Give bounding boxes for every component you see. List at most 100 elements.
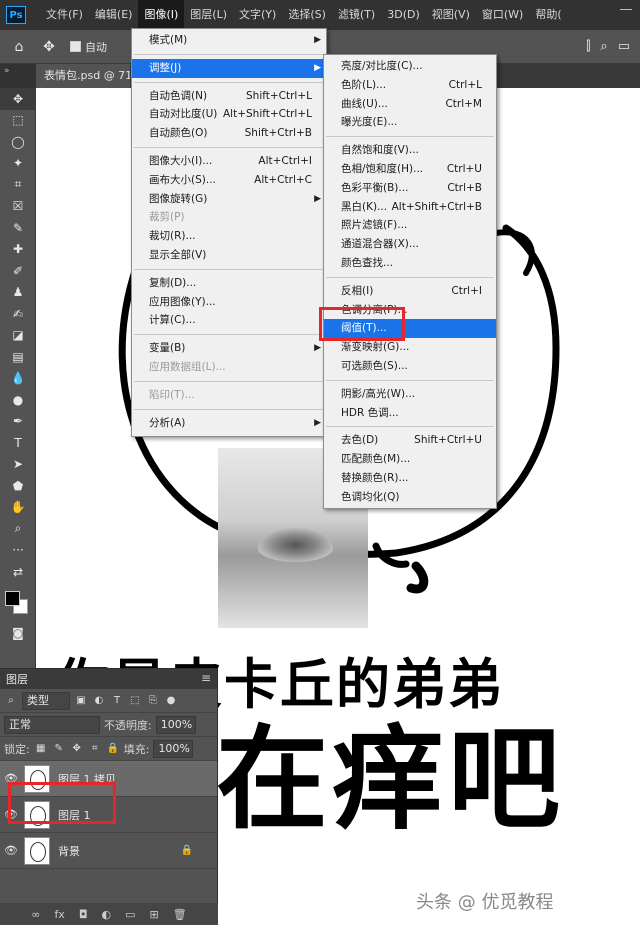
menu-item[interactable]: 色调均化(Q) — [324, 488, 496, 507]
add-mask-icon[interactable]: ◘ — [79, 908, 88, 921]
adjustment-layer-icon[interactable]: ◐ — [102, 908, 112, 921]
menu-item[interactable]: 自然饱和度(V)... — [324, 141, 496, 160]
menu-item[interactable]: 阴影/高光(W)... — [324, 385, 496, 404]
gradient-tool-icon[interactable]: ▤ — [0, 346, 36, 368]
menu-item[interactable]: 色相/饱和度(H)... Ctrl+U — [324, 160, 496, 179]
layer-filter-dropdown[interactable]: 类型 — [22, 691, 70, 710]
layer-name[interactable]: 背景 — [58, 843, 80, 859]
menu-item[interactable]: 颜色查找... — [324, 254, 496, 273]
more-tools-icon[interactable]: ··· — [0, 540, 36, 562]
brush-tool-icon[interactable]: ✐ — [0, 260, 36, 282]
lasso-tool-icon[interactable]: ◯ — [0, 131, 36, 153]
type-tool-icon[interactable]: T — [0, 432, 36, 454]
marquee-tool-icon[interactable]: ⬚ — [0, 110, 36, 132]
menu-item[interactable]: 调整(J) ▶ — [132, 58, 326, 78]
frame-tool-icon[interactable]: ☒ — [0, 196, 36, 218]
panel-collapse-toggle[interactable]: » — [0, 64, 36, 88]
magic-wand-icon[interactable]: ✦ — [0, 153, 36, 175]
menu-item[interactable]: 替换颜色(R)... — [324, 469, 496, 488]
menu-item[interactable]: 裁切(R)... — [132, 227, 326, 246]
menu-item[interactable]: 模式(M) ▶ — [132, 31, 326, 50]
menu-item[interactable]: 通道混合器(X)... — [324, 235, 496, 254]
lock-artboard-icon[interactable]: ⌗ — [88, 742, 102, 756]
panel-menu-icon[interactable]: ≡ — [201, 671, 211, 685]
menu-item[interactable]: 应用图像(Y)... — [132, 293, 326, 312]
opacity-input[interactable]: 100% — [155, 715, 196, 734]
filter-smart-icon[interactable]: ⎘ — [146, 694, 160, 708]
crop-tool-icon[interactable]: ⌗ — [0, 174, 36, 196]
menu-item[interactable]: 分析(A) ▶ — [132, 414, 326, 433]
menu-item[interactable]: 匹配颜色(M)... — [324, 450, 496, 469]
menubar-item[interactable]: 3D(D) — [381, 0, 426, 30]
hand-tool-icon[interactable]: ✋ — [0, 497, 36, 519]
menu-item[interactable]: 自动对比度(U) Alt+Shift+Ctrl+L — [132, 105, 326, 124]
layers-panel-title[interactable]: 图层 — [6, 671, 28, 687]
filter-pixel-icon[interactable]: ▣ — [74, 694, 88, 708]
menubar-item[interactable]: 图像(I) — [138, 0, 185, 30]
menubar-item[interactable]: 窗口(W) — [476, 0, 529, 30]
workspace-icon[interactable]: ▭ — [618, 39, 630, 54]
menu-item[interactable]: 图像大小(I)... Alt+Ctrl+I — [132, 152, 326, 171]
menu-item[interactable]: 复制(D)... — [132, 274, 326, 293]
menubar-item[interactable]: 编辑(E) — [89, 0, 139, 30]
move-tool-icon[interactable]: ✥ — [0, 88, 36, 110]
menu-item[interactable]: 照片滤镜(F)... — [324, 216, 496, 235]
layer-row[interactable]: 👁 背景 🔒 — [0, 833, 217, 869]
menu-item[interactable]: 可选颜色(S)... — [324, 357, 496, 376]
menu-item[interactable]: 去色(D) Shift+Ctrl+U — [324, 431, 496, 450]
menubar-item[interactable]: 视图(V) — [426, 0, 476, 30]
history-brush-icon[interactable]: ✍ — [0, 303, 36, 325]
visibility-eye-icon[interactable]: 👁 — [2, 844, 20, 857]
filter-shape-icon[interactable]: ⬚ — [128, 694, 142, 708]
menubar-item[interactable]: 滤镜(T) — [332, 0, 381, 30]
pen-tool-icon[interactable]: ✒ — [0, 411, 36, 433]
filter-toggle-icon[interactable]: ● — [164, 694, 178, 708]
healing-brush-icon[interactable]: ✚ — [0, 239, 36, 261]
zoom-tool-icon[interactable]: ⌕ — [0, 518, 36, 540]
lock-all-icon[interactable]: 🔒 — [106, 742, 120, 756]
menubar-item[interactable]: 文件(F) — [40, 0, 89, 30]
menu-item[interactable]: 变量(B) ▶ — [132, 339, 326, 358]
menu-item[interactable]: 自动颜色(O) Shift+Ctrl+B — [132, 124, 326, 143]
blur-tool-icon[interactable]: 💧 — [0, 368, 36, 390]
menu-item[interactable]: 色阶(L)... Ctrl+L — [324, 76, 496, 95]
filter-type-icon[interactable]: T — [110, 694, 124, 708]
menu-item[interactable]: 曲线(U)... Ctrl+M — [324, 95, 496, 114]
eraser-icon[interactable]: ◪ — [0, 325, 36, 347]
delete-layer-icon[interactable]: 🗑 — [173, 908, 187, 921]
blend-mode-dropdown[interactable]: 正常 — [4, 715, 100, 734]
color-swatches[interactable] — [0, 583, 35, 623]
link-layers-icon[interactable]: ∞ — [31, 908, 40, 921]
move-tool-icon[interactable]: ✥ — [38, 36, 60, 58]
swap-colors-icon[interactable]: ⇄ — [0, 561, 36, 583]
menubar-item[interactable]: 帮助( — [529, 0, 567, 30]
dodge-tool-icon[interactable]: ● — [0, 389, 36, 411]
menu-item[interactable]: 反相(I) Ctrl+I — [324, 282, 496, 301]
auto-select-checkbox[interactable] — [70, 41, 81, 52]
layer-style-icon[interactable]: fx — [54, 908, 64, 921]
menu-item[interactable]: 画布大小(S)... Alt+Ctrl+C — [132, 171, 326, 190]
menu-item[interactable]: 自动色调(N) Shift+Ctrl+L — [132, 87, 326, 106]
fill-input[interactable]: 100% — [153, 739, 194, 758]
new-group-icon[interactable]: ▭ — [125, 908, 135, 921]
menu-item[interactable]: 曝光度(E)... — [324, 113, 496, 132]
menubar-item[interactable]: 图层(L) — [184, 0, 233, 30]
path-select-icon[interactable]: ➤ — [0, 454, 36, 476]
align-icon[interactable]: ⫿ — [586, 39, 590, 54]
lock-position-icon[interactable]: ✥ — [70, 742, 84, 756]
foreground-color-swatch[interactable] — [5, 590, 20, 606]
menu-item[interactable]: 计算(C)... — [132, 311, 326, 330]
lock-pixels-icon[interactable]: ✎ — [52, 742, 66, 756]
search-icon[interactable]: ⌕ — [600, 39, 607, 54]
document-tab[interactable]: 表情包.psd @ 71... — [36, 64, 130, 88]
clone-stamp-icon[interactable]: ♟ — [0, 282, 36, 304]
quick-mask-icon[interactable]: ◙ — [0, 623, 36, 645]
menubar-item[interactable]: 选择(S) — [282, 0, 332, 30]
menubar-item[interactable]: 文字(Y) — [233, 0, 282, 30]
menu-item[interactable]: 显示全部(V) — [132, 246, 326, 265]
lock-transparency-icon[interactable]: ▦ — [34, 742, 48, 756]
new-layer-icon[interactable]: ⊞ — [150, 908, 159, 921]
minimize-icon[interactable] — [620, 9, 632, 21]
menu-item[interactable]: HDR 色调... — [324, 404, 496, 423]
filter-adjust-icon[interactable]: ◐ — [92, 694, 106, 708]
